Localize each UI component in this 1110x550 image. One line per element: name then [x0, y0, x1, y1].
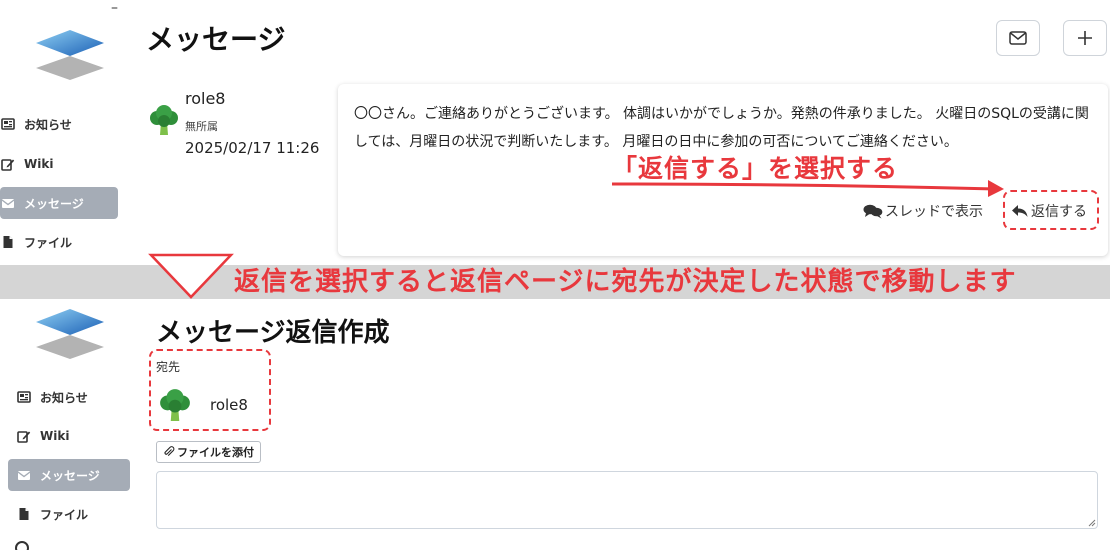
screenshot-stage: – お知らせ Wiki メッセージ ファイル メッセージ role8 無所属 2…: [0, 0, 1110, 550]
sidebar-item-files[interactable]: ファイル: [16, 498, 130, 530]
newspaper-icon: [16, 389, 32, 405]
sidebar-item-label: お知らせ: [24, 117, 72, 132]
bottom-sidebar: お知らせ Wiki メッセージ ファイル: [0, 299, 140, 550]
sidebar-item-label: ファイル: [40, 507, 89, 522]
attach-file-label: ファイルを添付: [177, 446, 254, 459]
edit-icon: [0, 156, 16, 172]
sidebar-item-label: お知らせ: [40, 390, 88, 405]
edit-icon: [16, 428, 32, 444]
thread-view-label: スレッドで表示: [885, 204, 983, 220]
minimize-icon[interactable]: –: [111, 1, 118, 15]
sidebar-item-label: ファイル: [24, 235, 73, 250]
down-triangle-icon: [148, 253, 234, 299]
annotation-band-text: 返信を選択すると返信ページに宛先が決定した状態で移動します: [234, 267, 1017, 297]
broccoli-avatar-icon: [150, 105, 178, 135]
sidebar-item-messages[interactable]: メッセージ: [8, 459, 130, 491]
destination-label: 宛先: [156, 360, 181, 374]
sidebar-item-messages[interactable]: メッセージ: [0, 187, 118, 219]
sidebar-item-label: Wiki: [40, 429, 70, 443]
reply-page-title: メッセージ返信作成: [156, 318, 390, 348]
thread-view-link[interactable]: スレッドで表示: [863, 201, 983, 221]
resize-grip-icon[interactable]: [1086, 517, 1096, 527]
annotation-reply-highlight: [1003, 190, 1099, 230]
newspaper-icon: [0, 116, 16, 132]
destination-avatar: [158, 388, 192, 422]
sidebar-item-wiki[interactable]: Wiki: [0, 148, 118, 180]
plus-icon: [1078, 31, 1092, 45]
app-logo-icon[interactable]: [34, 305, 106, 361]
sidebar-item-label: メッセージ: [24, 196, 84, 211]
sidebar-item-news[interactable]: お知らせ: [0, 108, 118, 140]
sender-name[interactable]: role8: [185, 89, 225, 108]
top-sidebar: – お知らせ Wiki メッセージ ファイル: [0, 0, 136, 265]
sidebar-item-label: メッセージ: [40, 468, 100, 483]
envelope-icon: [16, 467, 32, 483]
envelope-icon: [0, 195, 16, 211]
message-body: 〇〇さん。ご連絡ありがとうございます。 体調はいかがでしょうか。発熱の件承りまし…: [354, 106, 1089, 150]
sidebar-item-files[interactable]: ファイル: [0, 226, 118, 258]
file-icon: [0, 234, 16, 250]
app-logo-icon[interactable]: [34, 26, 106, 82]
page-title: メッセージ: [146, 23, 286, 56]
file-icon: [16, 506, 32, 522]
add-button[interactable]: [1063, 20, 1107, 56]
annotation-arrow-icon: [611, 180, 1004, 197]
paperclip-icon: [164, 446, 175, 456]
destination-name: role8: [210, 396, 248, 414]
sender-group: 無所属: [185, 120, 218, 133]
compose-mail-button[interactable]: [996, 20, 1040, 56]
sidebar-item-wiki[interactable]: Wiki: [16, 420, 130, 452]
reply-body-textarea[interactable]: [156, 471, 1098, 529]
broccoli-avatar-icon: [160, 389, 190, 421]
sidebar-item-news[interactable]: お知らせ: [16, 381, 130, 413]
comments-icon: [863, 204, 883, 219]
sidebar-next-item-icon[interactable]: [14, 540, 34, 550]
sidebar-item-label: Wiki: [24, 157, 54, 171]
sender-date: 2025/02/17 11:26: [185, 139, 320, 157]
attach-file-button[interactable]: ファイルを添付: [156, 441, 261, 463]
sender-avatar: [148, 104, 180, 136]
envelope-outline-icon: [1009, 31, 1027, 45]
